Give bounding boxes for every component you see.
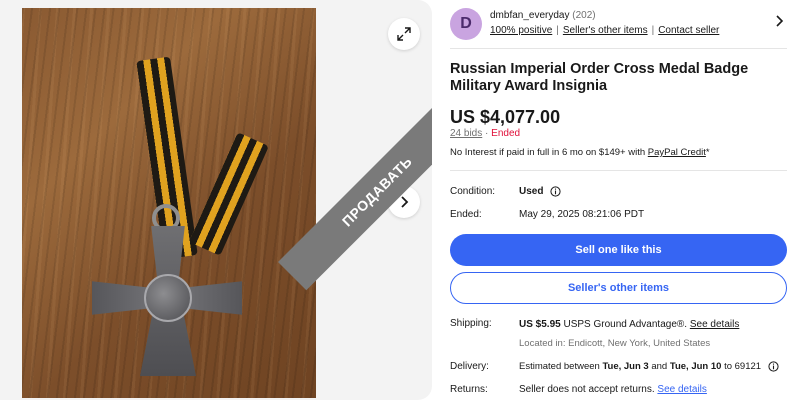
product-photo[interactable] [22, 8, 316, 398]
medal-center [144, 274, 192, 322]
divider [450, 48, 787, 49]
returns-text: Seller does not accept returns. [519, 384, 655, 395]
shipping-value: US $5.95 USPS Ground Advantage®. See det… [519, 319, 739, 330]
info-icon[interactable] [768, 361, 779, 372]
info-icon[interactable] [550, 186, 561, 197]
ended-label: Ended: [450, 209, 482, 220]
shipping-cost: US $5.95 [519, 319, 561, 330]
seller-name[interactable]: dmbfan_everyday (202) [490, 10, 596, 21]
listing-panel: D dmbfan_everyday (202) 100% positive | Se… [450, 0, 787, 400]
listing-title: Russian Imperial Order Cross Medal Badge… [450, 61, 749, 94]
shipping-service: USPS Ground Advantage [563, 319, 677, 330]
financing-note: No Interest if paid in full in 6 mo on $… [450, 147, 710, 158]
divider [450, 170, 787, 171]
returns-see-details-link[interactable]: See details [657, 384, 706, 395]
ended-value: May 29, 2025 08:21:06 PDT [519, 209, 645, 220]
delivery-end: Tue, Jun 10 [669, 361, 722, 373]
seller-rating: (202) [572, 10, 596, 21]
seller-positive-link[interactable]: 100% positive [490, 25, 552, 36]
next-image-button[interactable] [388, 186, 420, 218]
medal-ribbon-fold [189, 132, 269, 256]
delivery-and: and [651, 361, 668, 373]
financing-suffix: * [705, 147, 710, 158]
expand-image-button[interactable] [388, 18, 420, 50]
delivery-value: Estimated between Tue, Jun 3 and Tue, Ju… [519, 361, 779, 372]
sell-one-like-this-button[interactable]: Sell one like this [450, 234, 787, 266]
delivery-label: Delivery: [450, 361, 489, 372]
item-location: Located in: Endicott, New York, United S… [519, 338, 711, 349]
chevron-right-icon[interactable] [775, 14, 785, 33]
condition-text: Used [519, 186, 544, 198]
expand-icon [397, 27, 411, 41]
sellers-other-items-button[interactable]: Seller's other items [450, 272, 787, 304]
avatar[interactable]: D [450, 8, 482, 40]
seller-card[interactable]: D dmbfan_everyday (202) 100% positive | Se… [450, 6, 787, 46]
seller-links: 100% positive | Seller's other items | Conta… [490, 25, 720, 36]
seller-other-items-link[interactable]: Seller's other items [563, 25, 648, 36]
contact-seller-link[interactable]: Contact seller [658, 25, 719, 36]
bids-link[interactable]: 24 bids [450, 128, 482, 139]
bids-status: 24 bids · Ended [450, 128, 520, 139]
shipping-see-details-link[interactable]: See details [690, 319, 739, 330]
shipping-period: . [684, 319, 688, 330]
bids-separator: · [485, 128, 489, 139]
delivery-zip: to 69121 [724, 361, 762, 373]
delivery-prefix: Estimated between [519, 361, 600, 373]
delivery-start: Tue, Jun 3 [602, 361, 649, 373]
returns-value: Seller does not accept returns. See deta… [519, 384, 707, 395]
listing-price: US $4,077.00 [450, 107, 561, 127]
shipping-label: Shipping: [450, 318, 492, 329]
chevron-right-icon [401, 196, 409, 208]
condition-label: Condition: [450, 186, 496, 197]
paypal-credit-link[interactable]: PayPal Credit [648, 147, 706, 158]
returns-label: Returns: [450, 384, 488, 395]
seller-username[interactable]: dmbfan_everyday [490, 10, 570, 21]
status-badge: Ended [491, 128, 521, 139]
financing-text: No Interest if paid in full in 6 mo on $… [450, 147, 646, 158]
image-gallery: ПРОДАВАТЬ [0, 0, 432, 400]
condition-value: Used [519, 186, 561, 197]
